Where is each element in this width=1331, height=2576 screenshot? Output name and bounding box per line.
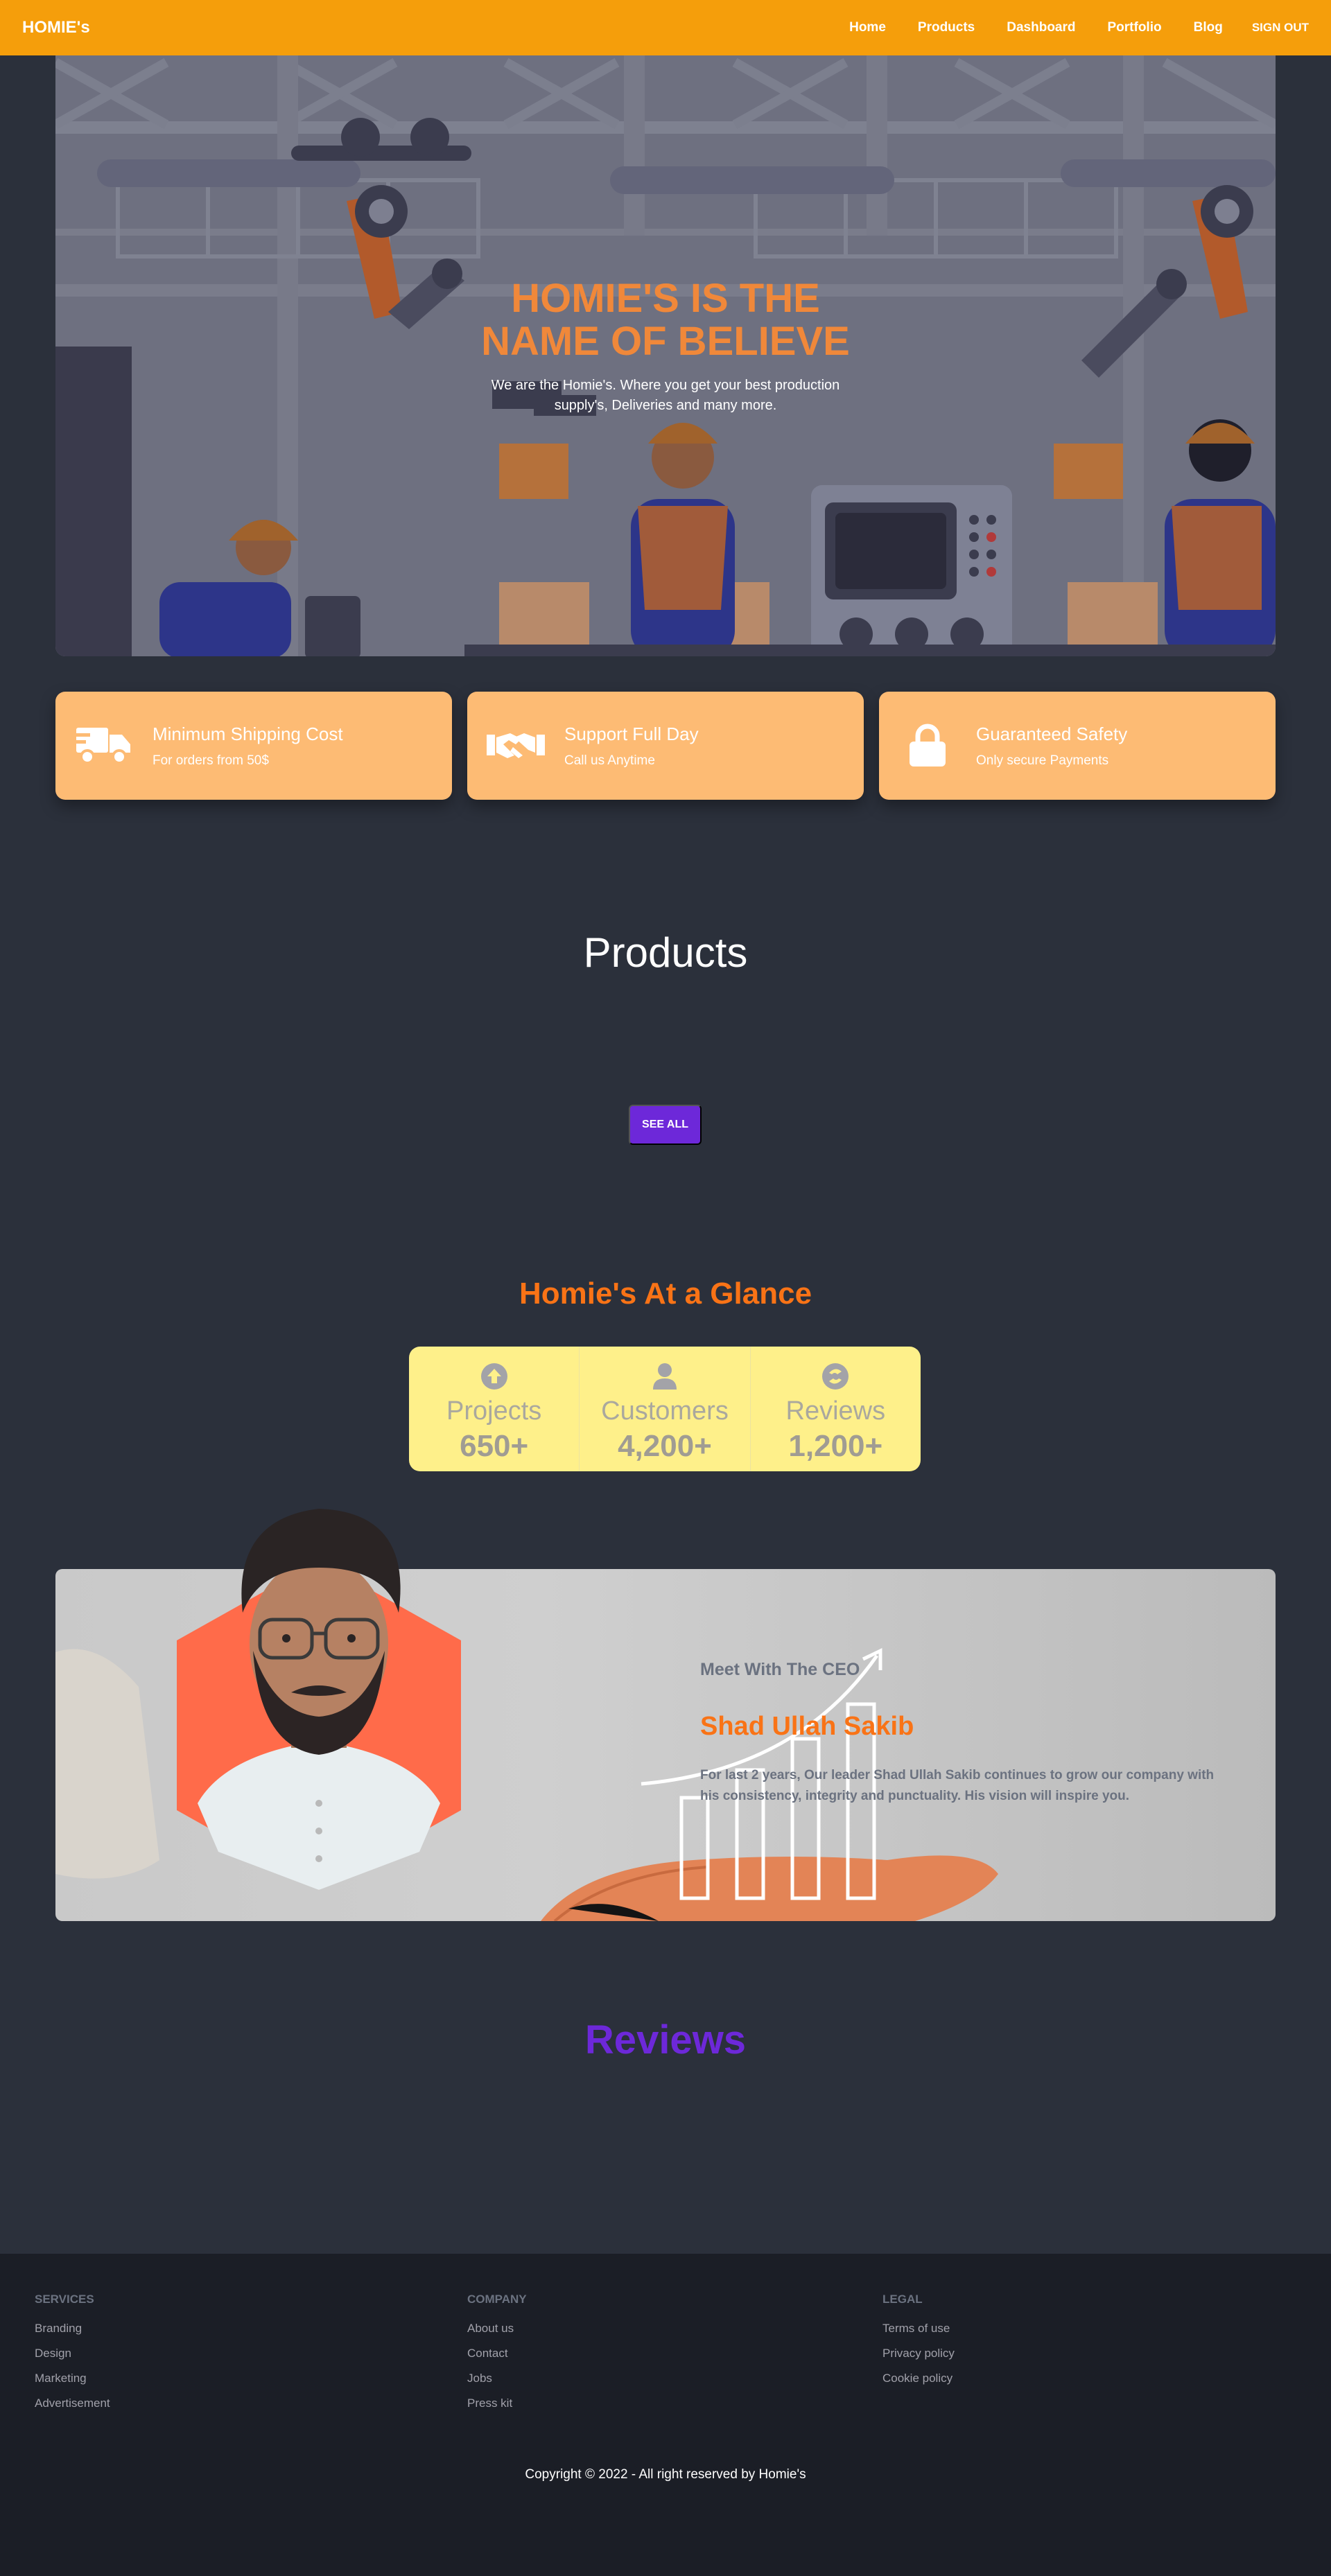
feature-desc: Only secure Payments — [976, 753, 1109, 768]
hero-text: HOMIE'S IS THE NAME OF BELIEVE We are th… — [55, 277, 1276, 416]
footer-link-advertisement[interactable]: Advertisement — [35, 2397, 110, 2410]
footer-legal: LEGAL Terms of use Privacy policy Cookie… — [882, 2293, 955, 2397]
footer-company: COMPANY About us Contact Jobs Press kit — [467, 2293, 527, 2421]
navbar: HOMIE's Home Products Dashboard Portfoli… — [0, 0, 1331, 55]
footer-link-design[interactable]: Design — [35, 2347, 110, 2360]
glance-heading: Homie's At a Glance — [519, 1277, 812, 1311]
footer-link-cookie[interactable]: Cookie policy — [882, 2372, 955, 2385]
arrow-up-circle-icon — [480, 1363, 507, 1390]
sign-out-button[interactable]: SIGN OUT — [1252, 21, 1309, 35]
stat-value: 1,200+ — [788, 1429, 883, 1463]
nav-links: Home Products Dashboard Portfolio Blog S… — [817, 20, 1309, 35]
footer-column-title: SERVICES — [35, 2293, 94, 2306]
footer-link-about[interactable]: About us — [467, 2322, 527, 2336]
stat-label: Reviews — [785, 1396, 886, 1426]
handshake-icon — [482, 718, 549, 773]
review-icon — [822, 1363, 849, 1390]
nav-portfolio[interactable]: Portfolio — [1108, 20, 1162, 35]
ceo-photo — [177, 1509, 461, 1890]
products-heading: Products — [583, 929, 748, 976]
footer-column-title: LEGAL — [882, 2293, 923, 2306]
feature-title: Minimum Shipping Cost — [153, 723, 343, 744]
footer-link-terms[interactable]: Terms of use — [882, 2322, 955, 2336]
feature-text: Guaranteed Safety Only secure Payments — [976, 724, 1127, 769]
nav-home[interactable]: Home — [849, 20, 886, 35]
stat-reviews: Reviews 1,200+ — [749, 1347, 921, 1471]
stat-label: Projects — [446, 1396, 542, 1426]
footer: SERVICES Branding Design Marketing Adver… — [0, 2254, 1331, 2576]
nav-blog[interactable]: Blog — [1194, 20, 1223, 35]
copyright: Copyright © 2022 - All right reserved by… — [525, 2467, 806, 2482]
feature-cards: Minimum Shipping Cost For orders from 50… — [55, 692, 1276, 800]
feature-card-support: Support Full Day Call us Anytime — [467, 692, 864, 800]
see-all-button[interactable]: SEE ALL — [629, 1105, 702, 1145]
stat-customers: Customers 4,200+ — [579, 1347, 749, 1471]
footer-column-title: COMPANY — [467, 2293, 527, 2306]
stat-label: Customers — [601, 1396, 729, 1426]
lock-icon — [894, 718, 961, 773]
ceo-intro: Meet With The CEO — [700, 1660, 860, 1679]
footer-link-privacy[interactable]: Privacy policy — [882, 2347, 955, 2360]
footer-services: SERVICES Branding Design Marketing Adver… — [35, 2293, 110, 2421]
stats-panel: Projects 650+ Customers 4,200+ Reviews 1… — [409, 1347, 921, 1471]
reviews-heading: Reviews — [584, 2017, 747, 2062]
hero-title: HOMIE'S IS THE NAME OF BELIEVE — [481, 276, 850, 364]
feature-text: Support Full Day Call us Anytime — [564, 724, 699, 769]
nav-dashboard[interactable]: Dashboard — [1007, 20, 1075, 35]
footer-link-marketing[interactable]: Marketing — [35, 2372, 110, 2385]
brand-logo[interactable]: HOMIE's — [22, 18, 90, 37]
ceo-bio: For last 2 years, Our leader Shad Ullah … — [700, 1768, 1215, 1803]
footer-link-press-kit[interactable]: Press kit — [467, 2397, 527, 2410]
stat-value: 650+ — [460, 1429, 529, 1463]
feature-desc: Call us Anytime — [564, 753, 655, 768]
footer-link-jobs[interactable]: Jobs — [467, 2372, 527, 2385]
hero-subtitle: We are the Homie's. Where you get your b… — [491, 378, 840, 413]
user-icon — [652, 1363, 677, 1390]
feature-desc: For orders from 50$ — [153, 753, 269, 768]
stat-value: 4,200+ — [618, 1429, 712, 1463]
feature-title: Support Full Day — [564, 723, 699, 744]
ceo-name: Shad Ullah Sakib — [700, 1712, 914, 1741]
footer-link-branding[interactable]: Branding — [35, 2322, 110, 2336]
truck-icon — [71, 718, 137, 773]
stat-projects: Projects 650+ — [409, 1347, 579, 1471]
hero-banner: HOMIE'S IS THE NAME OF BELIEVE We are th… — [55, 55, 1276, 656]
feature-card-safety: Guaranteed Safety Only secure Payments — [879, 692, 1276, 800]
feature-text: Minimum Shipping Cost For orders from 50… — [153, 724, 343, 769]
feature-card-shipping: Minimum Shipping Cost For orders from 50… — [55, 692, 452, 800]
feature-title: Guaranteed Safety — [976, 723, 1128, 744]
nav-products[interactable]: Products — [918, 20, 975, 35]
ceo-text: Meet With The CEO Shad Ullah Sakib For l… — [700, 1660, 1220, 1807]
footer-link-contact[interactable]: Contact — [467, 2347, 527, 2360]
